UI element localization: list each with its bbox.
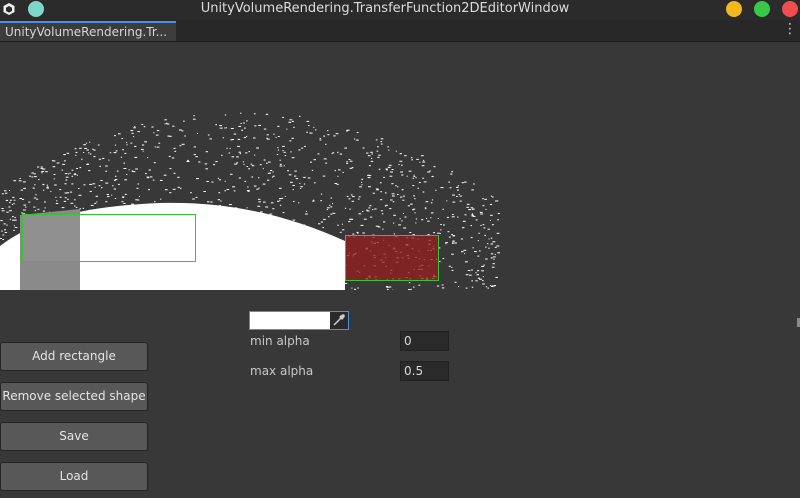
- color-field[interactable]: [249, 311, 349, 330]
- color-swatch[interactable]: [250, 312, 330, 329]
- maximize-button[interactable]: [754, 1, 770, 17]
- title-bar: UnityVolumeRendering.TransferFunction2DE…: [0, 0, 800, 20]
- eyedropper-icon[interactable]: [332, 313, 346, 327]
- min-alpha-input[interactable]: 0: [400, 331, 449, 351]
- tab-editor-window[interactable]: UnityVolumeRendering.Tr...: [0, 21, 176, 41]
- save-button[interactable]: Save: [0, 422, 148, 451]
- remove-selected-shape-button[interactable]: Remove selected shape: [0, 382, 148, 411]
- more-options-icon[interactable]: ⋮: [783, 21, 797, 37]
- transfer-function-canvas[interactable]: [0, 41, 500, 293]
- min-alpha-label: min alpha: [250, 334, 310, 348]
- add-rectangle-button[interactable]: Add rectangle: [0, 342, 148, 371]
- max-alpha-label: max alpha: [250, 364, 314, 378]
- max-alpha-input[interactable]: 0.5: [400, 361, 449, 381]
- shape-rectangle-2[interactable]: [345, 235, 439, 281]
- minimize-button[interactable]: [726, 1, 742, 17]
- window-title: UnityVolumeRendering.TransferFunction2DE…: [200, 1, 570, 16]
- shape-rectangle-1[interactable]: [22, 214, 196, 262]
- tab-strip: UnityVolumeRendering.Tr... ⋮: [0, 20, 800, 42]
- close-button[interactable]: [782, 1, 798, 17]
- load-button[interactable]: Load: [0, 462, 148, 491]
